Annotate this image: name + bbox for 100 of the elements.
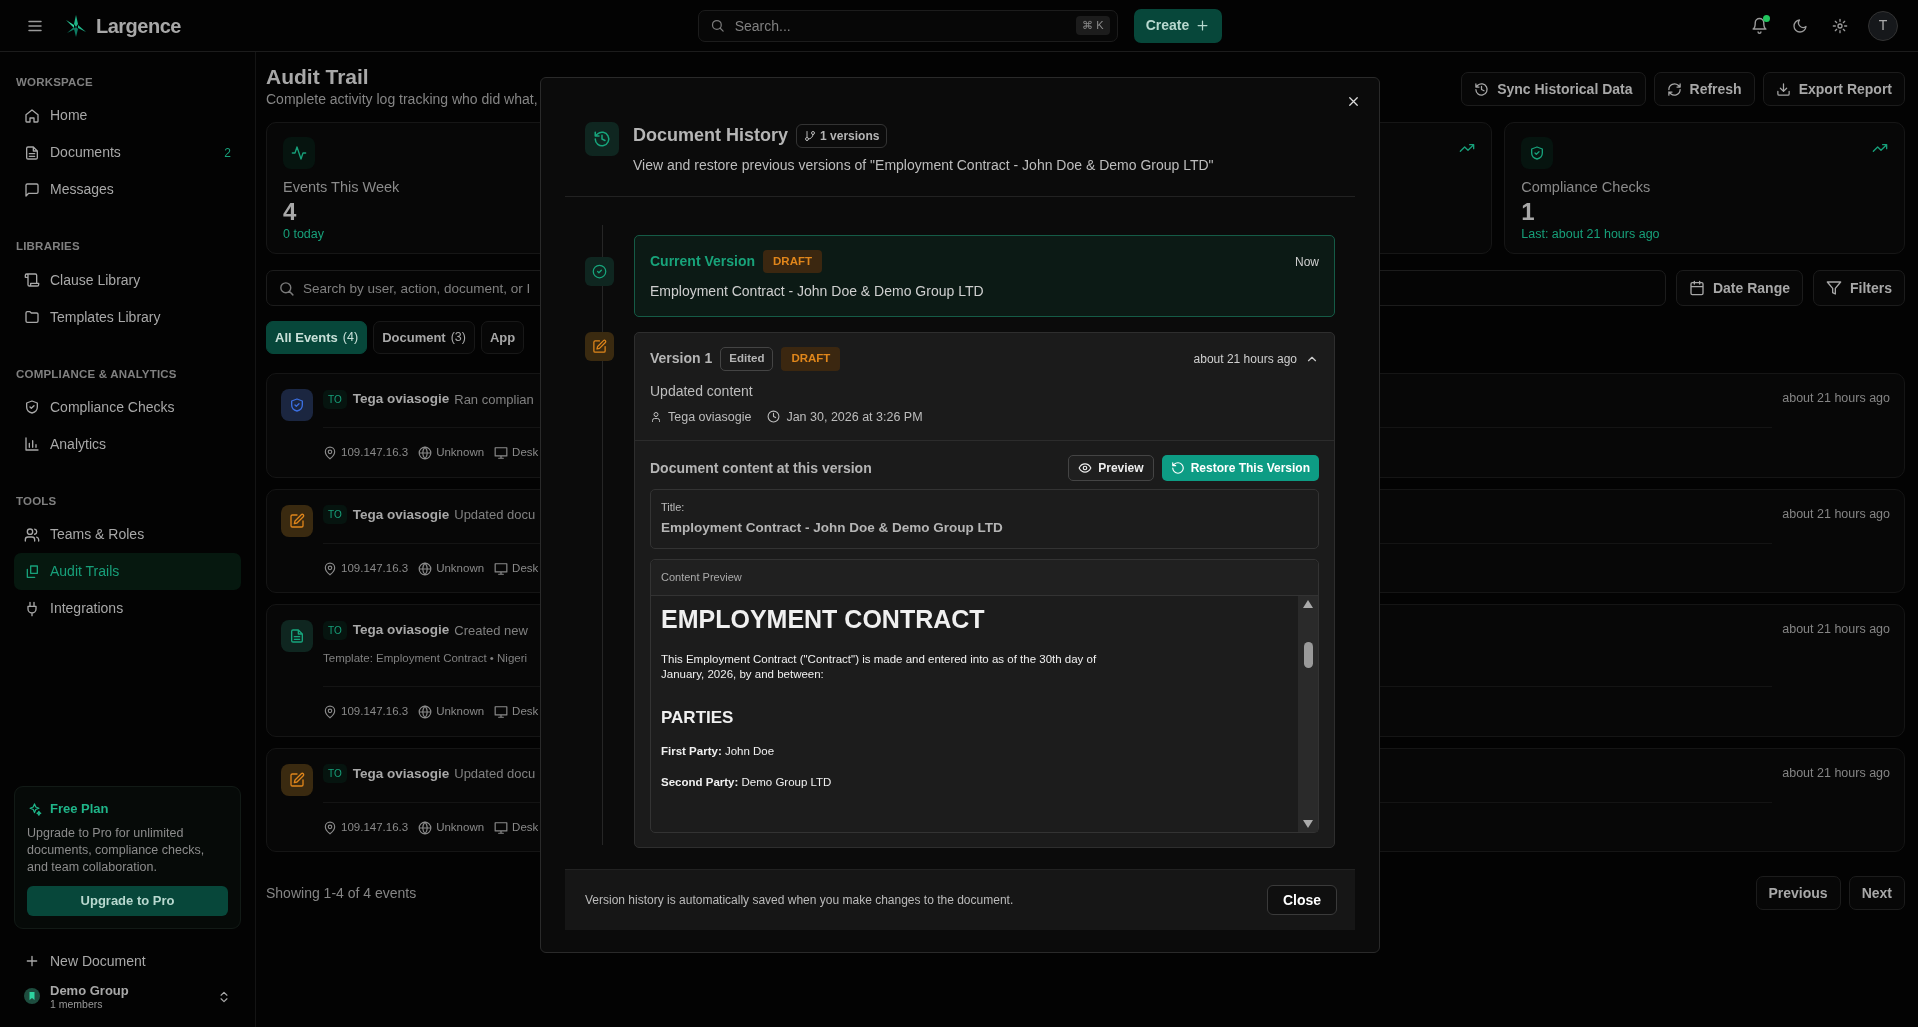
workspace-name: Demo Group <box>50 983 129 997</box>
eye-icon <box>1078 461 1093 476</box>
history-icon <box>1474 81 1490 97</box>
stacked-pages-icon <box>24 563 40 580</box>
user-avatar[interactable]: T <box>1868 10 1898 41</box>
download-icon <box>1775 81 1791 97</box>
search-icon <box>709 18 725 33</box>
page-subtitle: Complete activity log tracking who did what, <box>266 90 538 110</box>
location-pin-icon <box>323 561 337 576</box>
document-paragraph: Second Party: Demo Group LTD <box>661 774 833 790</box>
preview-button[interactable]: Preview <box>1068 455 1154 482</box>
scroll-up-arrow-icon[interactable] <box>1303 599 1313 608</box>
location-pin-icon <box>323 820 337 835</box>
document-icon <box>24 144 40 161</box>
sidebar-item[interactable]: Audit Trails <box>14 553 241 590</box>
settings-icon <box>1832 17 1848 34</box>
app-name: Largence <box>96 13 181 39</box>
monitor-icon <box>494 446 509 461</box>
globe-icon <box>418 561 433 576</box>
location-text: Unknown <box>436 560 485 576</box>
event-action: Updated docu <box>454 506 536 525</box>
shield-icon <box>1529 145 1546 162</box>
plug-icon <box>24 600 40 617</box>
location-pin-icon <box>323 446 337 461</box>
pencil-icon <box>289 771 305 788</box>
plus-icon <box>24 953 40 969</box>
plan-title: Free Plan <box>50 800 109 819</box>
user-name: Tega oviasogie <box>352 764 450 783</box>
close-dialog-button[interactable]: Close <box>1266 885 1337 915</box>
action-button[interactable]: Refresh <box>1653 72 1755 106</box>
scroll-thumb[interactable] <box>1303 641 1313 668</box>
refresh-icon <box>1666 81 1682 97</box>
new-document-button[interactable]: New Document <box>14 942 241 980</box>
user-name: Tega oviasogie <box>352 505 450 524</box>
sidebar-item[interactable]: Home <box>14 97 241 135</box>
sidebar-item[interactable]: Clause Library <box>14 261 241 299</box>
scroll-icon <box>24 272 40 288</box>
section-title: LIBRARIES <box>16 239 81 255</box>
ip-address: 109.147.16.3 <box>341 819 409 835</box>
edited-tag: Edited <box>720 347 774 371</box>
event-time: about 21 hours ago <box>1782 621 1890 639</box>
event-time: about 21 hours ago <box>1782 764 1890 782</box>
device-text: Desk <box>512 704 539 720</box>
document-count: 2 <box>224 144 231 162</box>
folder-icon <box>24 309 40 325</box>
filter-tab[interactable]: App <box>481 321 525 355</box>
action-button[interactable]: Export Report <box>1762 72 1905 106</box>
pagination-button[interactable]: Previous <box>1755 876 1841 911</box>
action-button[interactable]: Sync Historical Data <box>1461 72 1646 106</box>
version-label: Version 1 <box>650 349 713 369</box>
sidebar-item[interactable]: Compliance Checks <box>14 388 241 426</box>
user-initials: TO <box>323 764 347 784</box>
event-action: Created new <box>454 621 528 640</box>
create-button[interactable]: Create <box>1133 8 1223 43</box>
sidebar-item[interactable]: Documents 2 <box>14 134 241 172</box>
monitor-icon <box>494 705 509 720</box>
sidebar-item[interactable]: Integrations <box>14 590 241 627</box>
document-paragraph: First Party: John Doe <box>661 744 776 760</box>
version-time: about 21 hours ago <box>1193 350 1297 368</box>
scrollbar[interactable] <box>1298 595 1318 832</box>
document-heading: EMPLOYMENT CONTRACT <box>661 603 986 634</box>
plan-description: Upgrade to Pro for unlimited documents, compliance checks, and team collaboration. <box>27 824 206 876</box>
event-time: about 21 hours ago <box>1782 390 1890 408</box>
home-icon <box>24 107 40 124</box>
field-value: Employment Contract - John Doe & Demo Group LTD <box>661 518 1004 537</box>
pencil-icon <box>592 339 607 355</box>
bell-icon <box>1751 17 1768 34</box>
users-icon <box>24 526 40 543</box>
dialog-title: Document History <box>633 124 789 147</box>
globe-icon <box>418 820 433 835</box>
sidebar-item[interactable]: Templates Library <box>14 298 241 336</box>
scroll-down-arrow-icon[interactable] <box>1303 819 1313 828</box>
pencil-icon <box>289 512 305 529</box>
user-initials: TO <box>323 505 347 525</box>
device-text: Desk <box>512 445 539 461</box>
filter-icon <box>1826 280 1842 297</box>
version-label: Current Version <box>650 252 756 272</box>
stat-label: Events This Week <box>283 178 401 198</box>
filter-tab[interactable]: Document (3) <box>373 321 475 355</box>
moon-icon <box>1792 17 1808 34</box>
user-icon <box>650 410 662 423</box>
filter-button[interactable]: Filters <box>1813 270 1905 307</box>
upgrade-button[interactable]: Upgrade to Pro <box>27 885 228 916</box>
location-pin-icon <box>323 705 337 720</box>
stat-value: 1 <box>1521 198 1536 226</box>
clock-icon <box>767 410 781 424</box>
sidebar-item[interactable]: Teams & Roles <box>14 516 241 553</box>
workspace-switcher[interactable]: Demo Group 1 members <box>14 979 241 1017</box>
device-text: Desk <box>512 819 539 835</box>
workspace-icon <box>24 988 40 1005</box>
sidebar-item[interactable]: Messages <box>14 171 241 209</box>
filter-button[interactable]: Date Range <box>1675 270 1803 307</box>
pagination-button[interactable]: Next <box>1848 876 1905 911</box>
version-title: Employment Contract - John Doe & Demo Group LTD <box>650 282 985 302</box>
calendar-icon <box>1688 280 1705 297</box>
location-text: Unknown <box>436 819 485 835</box>
content-heading: Document content at this version <box>650 458 872 478</box>
stat-value: 4 <box>283 198 298 226</box>
sidebar-item[interactable]: Analytics <box>14 425 241 463</box>
filter-tab[interactable]: All Events (4) <box>266 321 368 355</box>
